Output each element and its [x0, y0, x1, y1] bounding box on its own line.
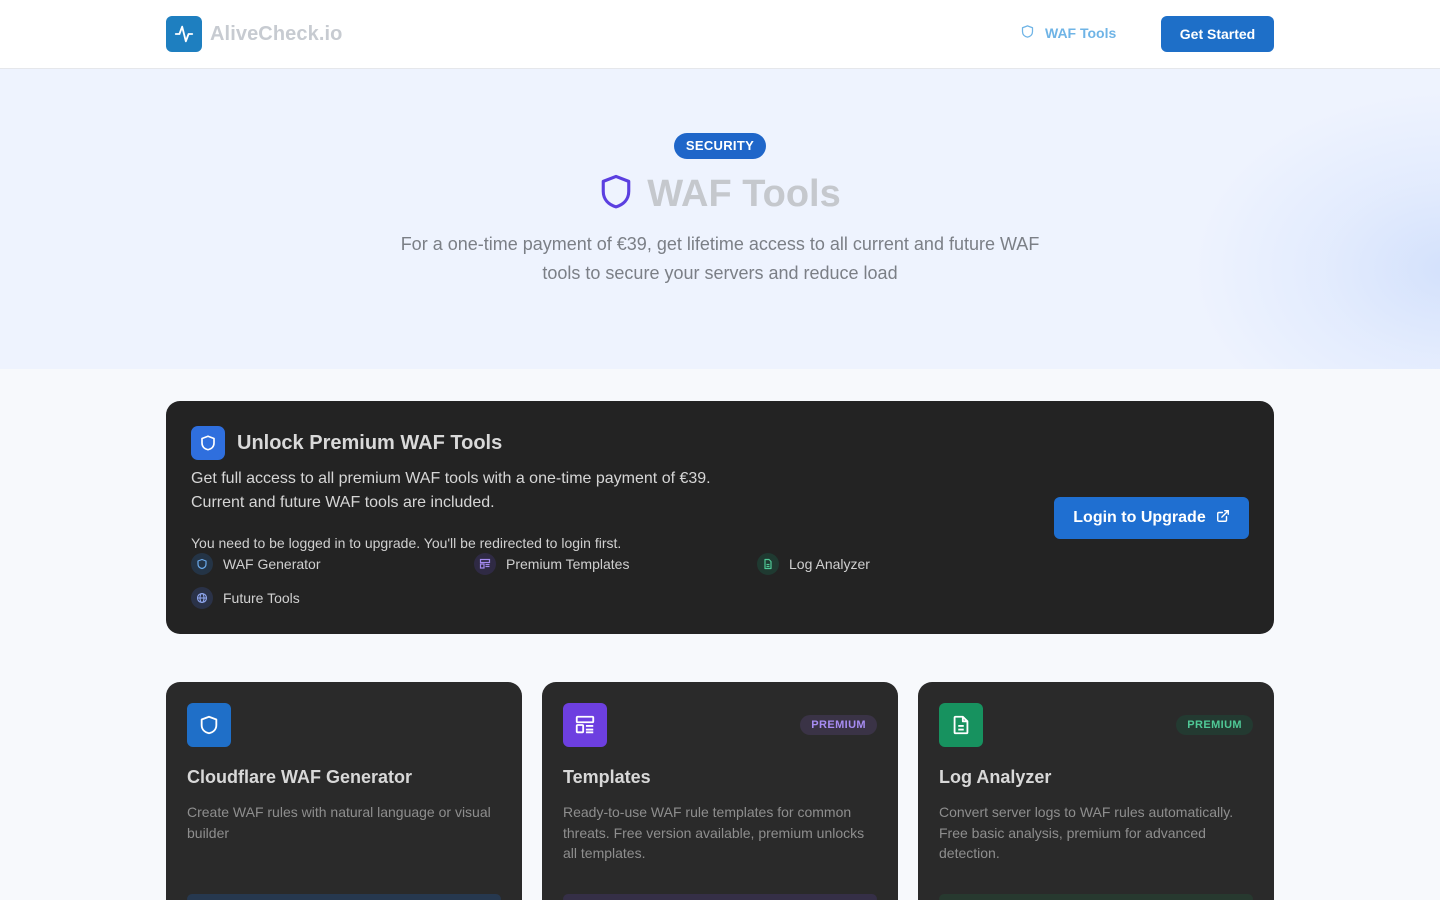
- card-action-button[interactable]: [939, 894, 1253, 900]
- template-icon: [474, 553, 496, 575]
- card-description: Ready-to-use WAF rule templates for comm…: [563, 804, 865, 861]
- card-action-button[interactable]: [187, 894, 501, 900]
- card-description: Convert server logs to WAF rules automat…: [939, 804, 1234, 861]
- feature-label: Future Tools: [223, 590, 300, 606]
- card-title: Log Analyzer: [939, 767, 1052, 787]
- premium-badge: PREMIUM: [800, 715, 877, 735]
- nav-waf-tools-link[interactable]: WAF Tools: [1020, 24, 1116, 42]
- feature-log-analyzer: Log Analyzer: [757, 553, 870, 575]
- hero-section: SECURITY WAF Tools For a one-time paymen…: [0, 69, 1440, 369]
- globe-icon: [191, 587, 213, 609]
- nav-waf-tools-label: WAF Tools: [1045, 25, 1117, 41]
- unlock-header: Unlock Premium WAF Tools: [191, 426, 502, 460]
- shield-icon: [191, 553, 213, 575]
- unlock-description: Get full access to all premium WAF tools…: [191, 470, 711, 511]
- shield-icon: [1020, 24, 1035, 42]
- external-link-icon: [1216, 509, 1230, 528]
- template-icon: [563, 703, 607, 747]
- tool-card-templates[interactable]: PREMIUM Templates Ready-to-use WAF rule …: [542, 682, 898, 900]
- page-title: WAF Tools: [647, 173, 841, 215]
- get-started-button[interactable]: Get Started: [1161, 16, 1274, 52]
- pulse-icon: [166, 16, 202, 52]
- unlock-premium-panel: Unlock Premium WAF Tools Get full access…: [166, 401, 1274, 634]
- top-navbar: AliveCheck.io WAF Tools Get Started: [0, 0, 1440, 69]
- feature-premium-templates: Premium Templates: [474, 553, 629, 575]
- login-note: You need to be logged in to upgrade. You…: [191, 535, 622, 551]
- file-text-icon: [939, 703, 983, 747]
- security-badge: SECURITY: [674, 133, 766, 159]
- tool-card-log-analyzer[interactable]: PREMIUM Log Analyzer Convert server logs…: [918, 682, 1274, 900]
- hero-title-row: WAF Tools: [0, 173, 1440, 216]
- feature-label: Log Analyzer: [789, 556, 870, 572]
- hero-subtitle: For a one-time payment of €39, get lifet…: [400, 234, 1040, 283]
- logo-link[interactable]: AliveCheck.io: [166, 16, 342, 52]
- login-to-upgrade-label: Login to Upgrade: [1073, 509, 1206, 526]
- feature-waf-generator: WAF Generator: [191, 553, 321, 575]
- shield-icon: [187, 703, 231, 747]
- tool-card-waf-generator[interactable]: Cloudflare WAF Generator Create WAF rule…: [166, 682, 522, 900]
- unlock-title: Unlock Premium WAF Tools: [237, 431, 503, 454]
- feature-label: WAF Generator: [223, 556, 321, 572]
- premium-badge: PREMIUM: [1176, 715, 1253, 735]
- card-title: Cloudflare WAF Generator: [187, 767, 413, 787]
- shield-icon: [191, 426, 225, 460]
- file-text-icon: [757, 553, 779, 575]
- card-title: Templates: [563, 767, 651, 787]
- logo-text: AliveCheck.io: [210, 22, 343, 45]
- login-to-upgrade-button[interactable]: Login to Upgrade: [1054, 497, 1249, 539]
- hero-background-glow: [1190, 89, 1440, 369]
- feature-label: Premium Templates: [506, 556, 630, 572]
- feature-future-tools: Future Tools: [191, 587, 300, 609]
- card-description: Create WAF rules with natural language o…: [187, 804, 491, 841]
- card-action-button[interactable]: [563, 894, 877, 900]
- shield-icon: [599, 173, 633, 216]
